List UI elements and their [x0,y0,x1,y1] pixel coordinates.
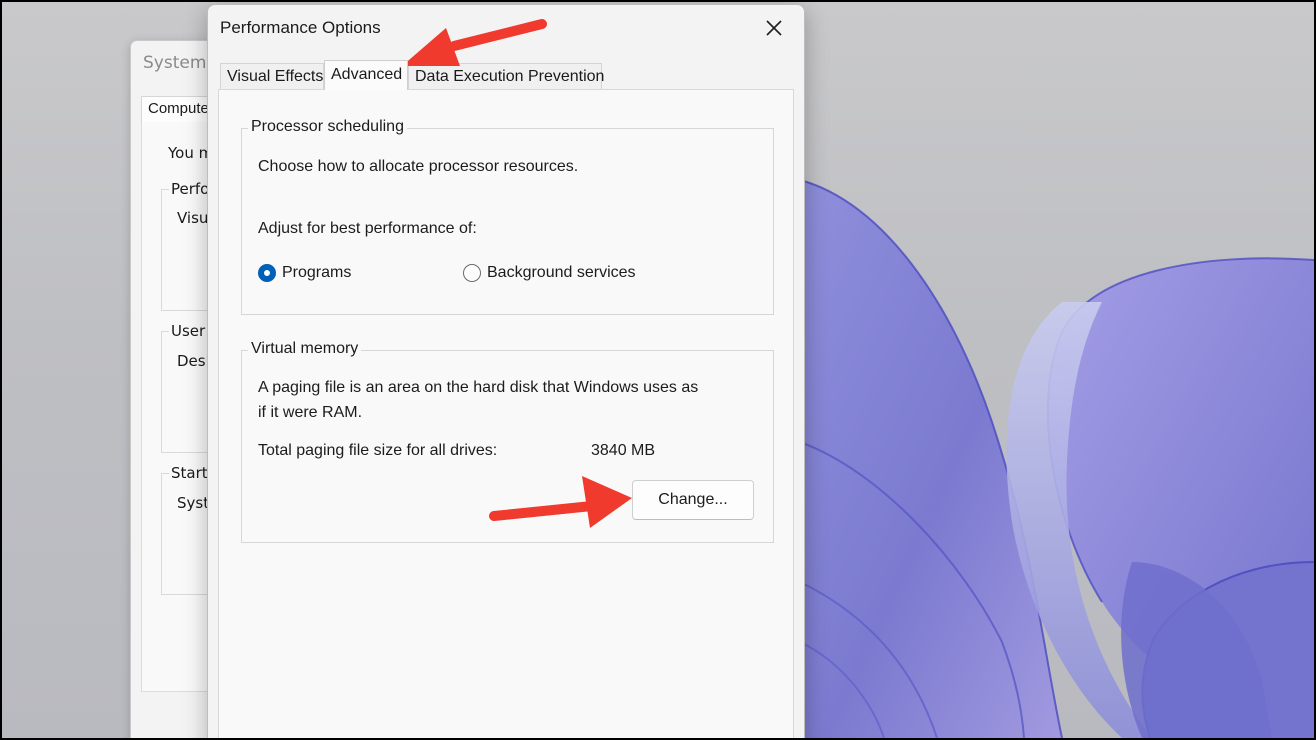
radio-background-services-indicator[interactable] [463,264,481,282]
adjust-performance-label: Adjust for best performance of: [258,220,477,237]
tab-advanced[interactable]: Advanced [324,60,408,90]
total-paging-size-value: 3840 MB [591,442,656,459]
processor-scheduling-group: Processor scheduling Choose how to alloc… [241,118,774,315]
close-button[interactable] [754,11,794,45]
radio-programs-label: Programs [282,264,352,281]
advanced-tab-panel: Processor scheduling Choose how to alloc… [218,89,794,738]
processor-scheduling-description: Choose how to allocate processor resourc… [258,158,579,175]
virtual-memory-group: Virtual memory A paging file is an area … [241,340,774,543]
dialog-title: Performance Options [220,18,381,37]
total-paging-size-label: Total paging file size for all drives: [258,442,498,459]
tab-data-execution-prevention[interactable]: Data Execution Prevention [408,63,604,89]
radio-background-services[interactable]: Background services [463,264,636,282]
close-icon [766,20,782,36]
tab-visual-effects[interactable]: Visual Effects [220,63,324,89]
radio-programs[interactable]: Programs [258,264,351,282]
change-button[interactable]: Change... [632,480,754,520]
performance-options-dialog: Performance Options Visual Effects Advan… [207,4,805,738]
virtual-memory-description-line1: A paging file is an area on the hard dis… [258,379,699,396]
screen: System P Computer You m Perfo Visu User … [2,2,1314,738]
virtual-memory-description-line2: if it were RAM. [258,404,363,421]
radio-background-services-label: Background services [487,264,636,281]
processor-scheduling-legend: Processor scheduling [248,118,407,136]
virtual-memory-legend: Virtual memory [248,340,362,358]
radio-programs-indicator[interactable] [258,264,276,282]
